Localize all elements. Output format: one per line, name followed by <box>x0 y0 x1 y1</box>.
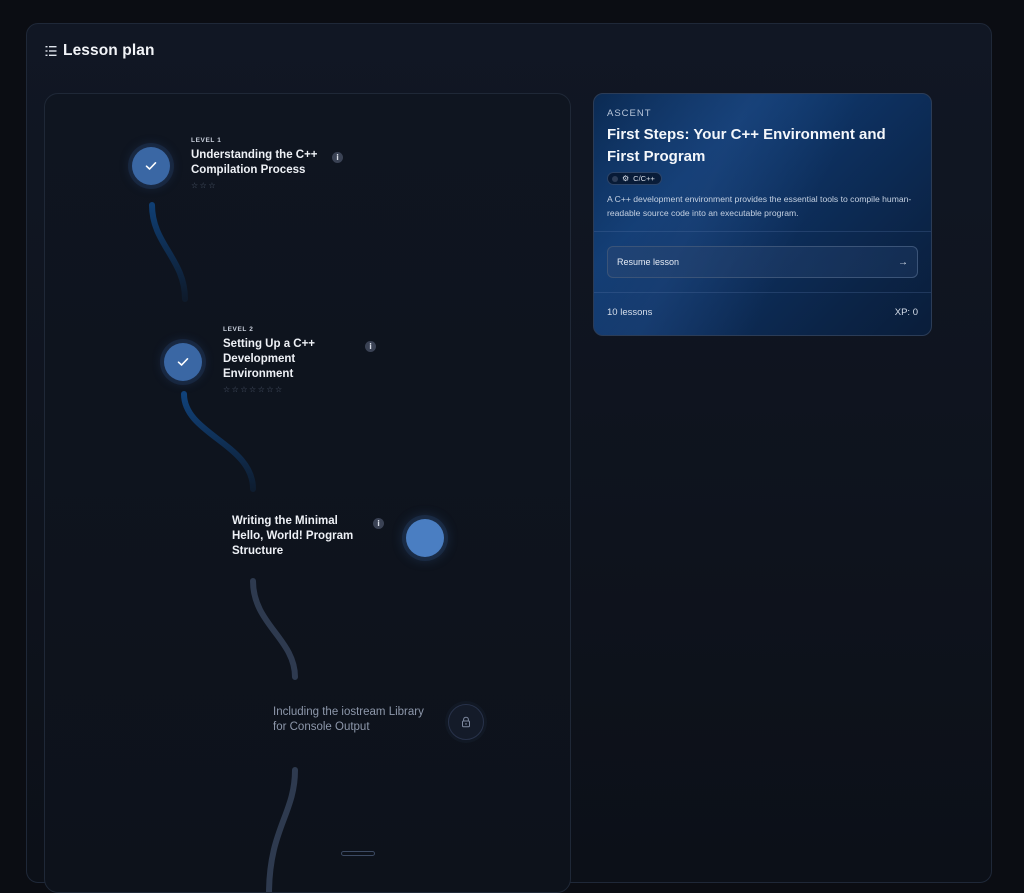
lesson-1-info-icon[interactable]: i <box>332 152 343 163</box>
connector-2-3 <box>181 391 256 492</box>
lesson-1-node[interactable] <box>132 147 170 185</box>
lesson-2-node[interactable] <box>164 343 202 381</box>
lesson-path-panel[interactable]: LEVEL 1 Understanding the C++ Compilatio… <box>44 93 571 893</box>
course-eyebrow: ASCENT <box>607 108 652 119</box>
check-icon <box>145 162 157 170</box>
lesson-1-text[interactable]: LEVEL 1 Understanding the C++ Compilatio… <box>191 137 331 190</box>
lesson-2-info-icon[interactable]: i <box>365 341 376 352</box>
lesson-plan-window: Lesson plan LEVEL 1 Understanding the C+… <box>26 23 992 893</box>
lesson-1-stars: ☆☆☆ <box>191 181 218 190</box>
arrow-right-icon: → <box>898 256 908 268</box>
language-badge: ⚙ C/C++ <box>607 172 662 185</box>
lesson-4-node <box>448 704 484 740</box>
lesson-3-text[interactable]: Writing the Minimal Hello, World! Progra… <box>232 514 372 559</box>
lesson-3-node[interactable] <box>406 519 444 557</box>
scroll-handle[interactable] <box>341 851 375 856</box>
cpp-gear-icon: ⚙ <box>622 173 630 183</box>
lesson-path-connectors <box>149 202 298 892</box>
lesson-1-title: Understanding the C++ Compilation Proces… <box>191 149 318 176</box>
lesson-2-text[interactable]: LEVEL 2 Setting Up a C++ Development Env… <box>223 326 348 394</box>
resume-lesson-label: Resume lesson <box>617 257 680 267</box>
connector-4-5 <box>266 767 298 892</box>
check-icon <box>177 358 189 366</box>
list-icon <box>45 46 57 56</box>
lesson-2-stars: ☆☆☆☆☆☆☆ <box>223 385 284 394</box>
lock-icon <box>462 716 470 728</box>
connector-1-2 <box>149 202 188 302</box>
lesson-4-title: Including the iostream Library for Conso… <box>273 706 424 733</box>
lesson-2-level: LEVEL 2 <box>223 326 254 333</box>
connector-3-4 <box>250 578 298 680</box>
lesson-2-title: Setting Up a C++ Development Environment <box>223 338 316 380</box>
card-divider <box>594 292 931 293</box>
course-footer: 10 lessons XP: 0 <box>607 307 918 318</box>
lesson-3-info-icon[interactable]: i <box>373 518 384 529</box>
badge-dot <box>612 175 618 182</box>
lesson-4-text: Including the iostream Library for Conso… <box>273 705 438 735</box>
course-description: A C++ development environment provides t… <box>607 194 912 218</box>
lesson-1-level: LEVEL 1 <box>191 137 222 144</box>
course-title: First Steps: Your C++ Environment and Fi… <box>607 126 886 165</box>
resume-lesson-button[interactable]: Resume lesson → <box>607 246 918 278</box>
page-title: Lesson plan <box>63 42 155 59</box>
language-label: C/C++ <box>633 174 655 183</box>
card-divider <box>594 231 931 232</box>
xp-value: XP: 0 <box>894 307 918 318</box>
course-card: ASCENT First Steps: Your C++ Environment… <box>593 93 932 336</box>
lessons-count: 10 lessons <box>607 307 653 318</box>
lesson-3-title: Writing the Minimal Hello, World! Progra… <box>232 515 354 557</box>
page-header: Lesson plan <box>45 42 155 60</box>
